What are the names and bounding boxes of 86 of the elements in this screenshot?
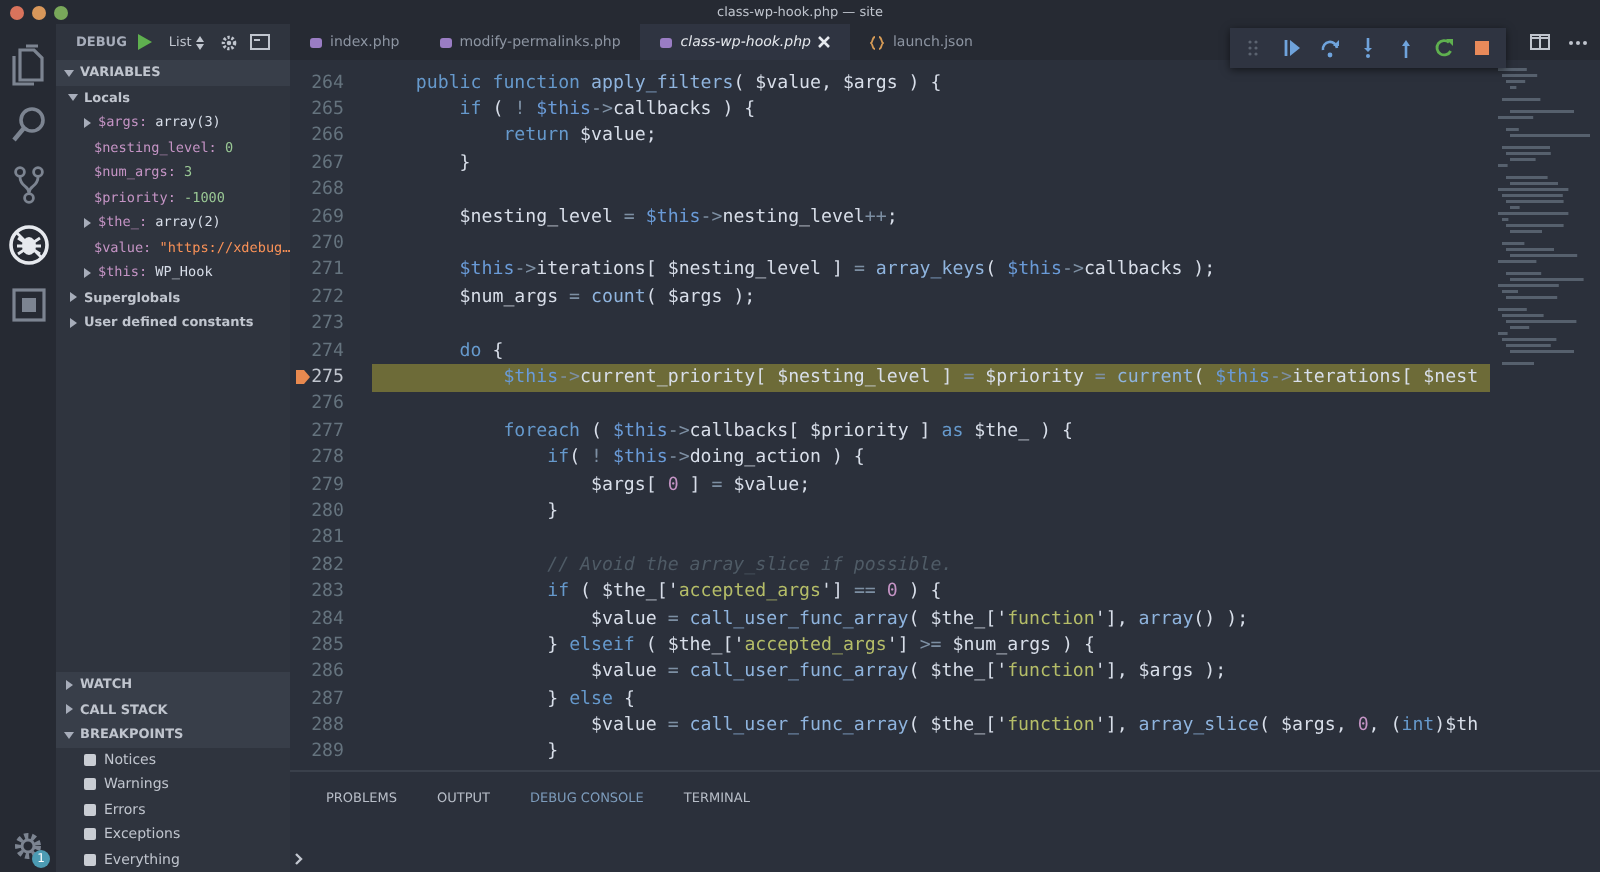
code-line: $value = call_user_func_array( $the_['function'], $args ); xyxy=(588,660,1229,686)
line-number: 281 xyxy=(311,528,344,549)
line-number: 270 xyxy=(311,234,344,255)
file-icon xyxy=(660,37,673,47)
stop-icon[interactable] xyxy=(1472,38,1492,58)
checkbox[interactable] xyxy=(84,853,96,866)
triangle-right-icon[interactable] xyxy=(82,117,92,128)
code-line: } else { xyxy=(545,687,637,713)
extensions-icon[interactable] xyxy=(7,284,49,326)
minimize-icon[interactable] xyxy=(32,5,46,19)
split-editor-icon[interactable] xyxy=(1530,34,1550,50)
line-number: 272 xyxy=(311,287,344,308)
settings-icon[interactable] xyxy=(219,33,238,51)
code-line: foreach ( $this->callbacks[ $priority ] as $the_ ) { xyxy=(501,419,1075,445)
restart-icon[interactable] xyxy=(1434,38,1454,58)
code-line: $args[ 0 ] = $value; xyxy=(588,473,813,499)
close-icon[interactable] xyxy=(818,36,831,48)
line-number: 275 xyxy=(311,367,344,388)
settings-icon[interactable] xyxy=(12,830,44,862)
line-number: 277 xyxy=(311,421,344,442)
line-number: 265 xyxy=(311,100,344,121)
step-out-icon[interactable] xyxy=(1396,38,1416,58)
files-icon[interactable] xyxy=(7,44,49,86)
braces-icon xyxy=(870,35,885,49)
line-number: 280 xyxy=(311,501,344,522)
code-line: return $value; xyxy=(501,124,659,151)
line-number: 264 xyxy=(311,73,344,94)
code-line: if( ! $this->doing_action ) { xyxy=(545,446,867,472)
line-number: 267 xyxy=(311,153,344,174)
current-line-arrow-icon xyxy=(296,370,310,385)
code-line: } xyxy=(457,151,473,178)
triangle-right-icon[interactable] xyxy=(64,679,74,690)
line-number: 288 xyxy=(311,716,344,737)
checkbox[interactable] xyxy=(84,753,96,766)
checkbox[interactable] xyxy=(84,828,96,841)
line-number: 271 xyxy=(311,260,344,281)
updown-caret-icon xyxy=(195,35,204,49)
line-number: 286 xyxy=(311,662,344,683)
code-line: } elseif ( $the_['accepted_args'] >= $num_args ) { xyxy=(545,633,1097,660)
line-number: 274 xyxy=(311,341,344,362)
search-icon[interactable] xyxy=(7,104,49,146)
triangle-right-icon[interactable] xyxy=(82,267,92,278)
line-number: 283 xyxy=(311,582,344,603)
checkbox[interactable] xyxy=(84,803,96,816)
line-number: 269 xyxy=(311,207,344,228)
code-line: $num_args = count( $args ); xyxy=(457,285,758,312)
line-number: 266 xyxy=(311,126,344,147)
line-number: 276 xyxy=(311,394,344,415)
line-number: 278 xyxy=(311,448,344,469)
console-icon[interactable] xyxy=(249,34,270,50)
file-icon xyxy=(439,37,452,47)
triangle-right-icon[interactable] xyxy=(82,217,92,228)
step-over-icon[interactable] xyxy=(1320,38,1340,58)
code-line: if ( ! $this->callbacks ) { xyxy=(457,98,758,124)
line-number: 287 xyxy=(311,689,344,710)
triangle-right-icon[interactable] xyxy=(68,292,78,303)
code-line: public function apply_filters( $value, $args ) { xyxy=(413,71,944,97)
code-line: } xyxy=(545,740,561,767)
continue-icon[interactable] xyxy=(1282,38,1302,58)
code-line: if ( $the_['accepted_args'] == 0 ) { xyxy=(545,580,944,606)
code-line: $nesting_level = $this->nesting_level++; xyxy=(457,205,900,231)
triangle-down-icon[interactable] xyxy=(64,729,74,740)
code-line: $value = call_user_func_array( $the_['function'], array_slice( $args, 0, (int)$th xyxy=(588,714,1481,740)
maximize-icon[interactable] xyxy=(54,5,68,19)
start-debugging-icon[interactable] xyxy=(138,34,153,50)
line-number: 268 xyxy=(311,180,344,201)
code-line: do { xyxy=(457,339,506,365)
triangle-down-icon[interactable] xyxy=(64,67,74,78)
code-line: $this->iterations[ $nesting_level ] = array_keys( $this->callbacks ); xyxy=(457,258,1218,285)
line-number: 273 xyxy=(311,314,344,335)
checkbox[interactable] xyxy=(84,778,96,791)
code-line: } xyxy=(545,499,561,526)
close-icon[interactable] xyxy=(10,5,24,19)
debug-icon[interactable] xyxy=(7,224,49,266)
triangle-right-icon[interactable] xyxy=(64,704,74,715)
triangle-right-icon[interactable] xyxy=(68,317,78,328)
more-icon[interactable] xyxy=(1568,39,1588,45)
chevron-icon xyxy=(294,852,304,866)
line-number: 282 xyxy=(311,555,344,576)
code-line: $value = call_user_func_array( $the_['function'], array() ); xyxy=(588,607,1251,633)
triangle-down-icon[interactable] xyxy=(68,92,78,103)
line-number: 289 xyxy=(311,742,344,763)
line-number: 285 xyxy=(311,635,344,656)
line-number: 284 xyxy=(311,609,344,629)
file-icon xyxy=(310,37,322,47)
line-number: 279 xyxy=(311,475,344,496)
